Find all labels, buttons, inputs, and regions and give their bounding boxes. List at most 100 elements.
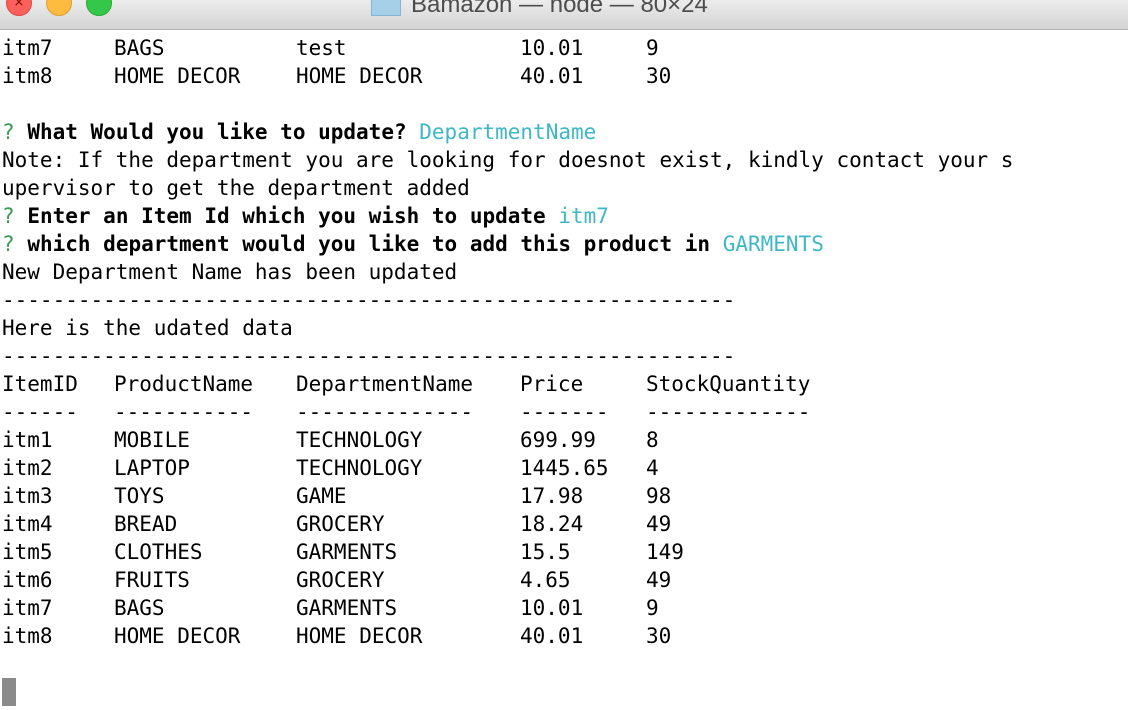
cell-price: 15.5 — [520, 540, 571, 564]
cell-item-id: itm4 — [2, 512, 53, 536]
underline-stock-quantity: ------------- — [646, 400, 811, 424]
table-row: itm5 CLOTHES GARMENTS 15.5 149 — [2, 538, 684, 566]
table-row: itm7 BAGS GARMENTS 10.01 9 — [2, 594, 659, 622]
terminal-window: × Bamazon — node — 80×24 itm7 BAGS test … — [0, 0, 1128, 710]
folder-icon — [371, 0, 401, 16]
prompt-update-field: ? What Would you like to update? Departm… — [2, 118, 596, 146]
close-icon: × — [13, 0, 25, 10]
cell-price: 4.65 — [520, 568, 571, 592]
top-table-row: itm8 HOME DECOR HOME DECOR 40.01 30 — [2, 62, 671, 90]
cell-product-name: BAGS — [114, 36, 165, 60]
prompt-question: which department would you like to add t… — [27, 232, 711, 256]
text-cursor — [2, 678, 16, 706]
top-table-row: itm7 BAGS test 10.01 9 — [2, 34, 659, 62]
cell-stock-quantity: 4 — [646, 456, 659, 480]
prompt-question: What Would you like to update? — [27, 120, 407, 144]
header-product-name: ProductName — [114, 372, 254, 396]
cell-price: 18.24 — [520, 512, 584, 536]
cell-item-id: itm7 — [2, 36, 53, 60]
prompt-department: ? which department would you like to add… — [2, 230, 824, 258]
cell-price: 1445.65 — [520, 456, 609, 480]
cell-product-name: HOME DECOR — [114, 64, 241, 88]
header-price: Price — [520, 372, 584, 396]
cell-item-id: itm1 — [2, 428, 53, 452]
cell-price: 40.01 — [520, 624, 584, 648]
cell-stock-quantity: 8 — [646, 428, 659, 452]
cell-item-id: itm7 — [2, 596, 53, 620]
cell-product-name: CLOTHES — [114, 540, 203, 564]
table-header-underline: ------ ----------- -------------- ------… — [2, 398, 810, 426]
cell-item-id: itm3 — [2, 484, 53, 508]
cell-item-id: itm2 — [2, 456, 53, 480]
zoom-button[interactable] — [86, 0, 112, 16]
prompt-answer: DepartmentName — [419, 120, 597, 144]
cell-item-id: itm8 — [2, 64, 53, 88]
cell-product-name: HOME DECOR — [114, 624, 241, 648]
separator-line: ----------------------------------------… — [2, 344, 736, 368]
header-stock-quantity: StockQuantity — [646, 372, 811, 396]
table-row: itm3 TOYS GAME 17.98 98 — [2, 482, 671, 510]
table-header-row: ItemID ProductName DepartmentName Price … — [2, 370, 810, 398]
cell-department-name: TECHNOLOGY — [296, 428, 423, 452]
cell-price: 10.01 — [520, 36, 584, 60]
cell-product-name: MOBILE — [114, 428, 190, 452]
separator-line: ----------------------------------------… — [2, 288, 736, 312]
prompt-item-id: ? Enter an Item Id which you wish to upd… — [2, 202, 609, 230]
table-row: itm1 MOBILE TECHNOLOGY 699.99 8 — [2, 426, 659, 454]
close-button[interactable]: × — [6, 0, 32, 16]
cell-stock-quantity: 9 — [646, 596, 659, 620]
title-bar[interactable]: × Bamazon — node — 80×24 — [0, 0, 1128, 30]
cell-product-name: TOYS — [114, 484, 165, 508]
cell-department-name: GROCERY — [296, 512, 385, 536]
cell-department-name: GARMENTS — [296, 596, 398, 620]
underline-price: ------- — [520, 400, 609, 424]
cell-stock-quantity: 49 — [646, 512, 672, 536]
cell-item-id: itm6 — [2, 568, 53, 592]
table-row: itm6 FRUITS GROCERY 4.65 49 — [2, 566, 671, 594]
underline-department-name: -------------- — [296, 400, 474, 424]
cell-price: 699.99 — [520, 428, 596, 452]
cell-price: 10.01 — [520, 596, 584, 620]
prompt-answer: GARMENTS — [722, 232, 824, 256]
cell-stock-quantity: 9 — [646, 36, 659, 60]
cell-department-name: HOME DECOR — [296, 624, 423, 648]
cell-department-name: test — [296, 36, 347, 60]
cell-item-id: itm8 — [2, 624, 53, 648]
cell-department-name: GARMENTS — [296, 540, 398, 564]
prompt-answer: itm7 — [558, 204, 609, 228]
cell-stock-quantity: 30 — [646, 64, 672, 88]
prompt-question-mark: ? — [2, 232, 15, 256]
cell-item-id: itm5 — [2, 540, 53, 564]
cell-department-name: GAME — [296, 484, 347, 508]
table-row: itm8 HOME DECOR HOME DECOR 40.01 30 — [2, 622, 671, 650]
cell-stock-quantity: 98 — [646, 484, 672, 508]
cell-stock-quantity: 49 — [646, 568, 672, 592]
underline-item-id: ------ — [2, 400, 78, 424]
table-row: itm2 LAPTOP TECHNOLOGY 1445.65 4 — [2, 454, 659, 482]
header-department-name: DepartmentName — [296, 372, 474, 396]
header-item-id: ItemID — [2, 372, 78, 396]
cell-stock-quantity: 30 — [646, 624, 672, 648]
note-line: Note: If the department you are looking … — [2, 148, 1014, 172]
cell-department-name: HOME DECOR — [296, 64, 423, 88]
cell-product-name: FRUITS — [114, 568, 190, 592]
underline-product-name: ----------- — [114, 400, 254, 424]
status-message: New Department Name has been updated — [2, 260, 458, 284]
terminal-output[interactable]: itm7 BAGS test 10.01 9 itm8 HOME DECOR H… — [0, 34, 1128, 710]
cell-price: 17.98 — [520, 484, 584, 508]
prompt-question: Enter an Item Id which you wish to updat… — [27, 204, 546, 228]
note-line-wrap: upervisor to get the department added — [2, 176, 470, 200]
window-title: Bamazon — node — 80×24 — [411, 0, 708, 18]
cell-product-name: BREAD — [114, 512, 178, 536]
minimize-button[interactable] — [46, 0, 72, 16]
data-heading: Here is the udated data — [2, 316, 293, 340]
table-row: itm4 BREAD GROCERY 18.24 49 — [2, 510, 671, 538]
cell-product-name: LAPTOP — [114, 456, 190, 480]
cell-department-name: GROCERY — [296, 568, 385, 592]
cell-department-name: TECHNOLOGY — [296, 456, 423, 480]
cell-product-name: BAGS — [114, 596, 165, 620]
prompt-question-mark: ? — [2, 204, 15, 228]
cell-price: 40.01 — [520, 64, 584, 88]
cell-stock-quantity: 149 — [646, 540, 684, 564]
prompt-question-mark: ? — [2, 120, 15, 144]
